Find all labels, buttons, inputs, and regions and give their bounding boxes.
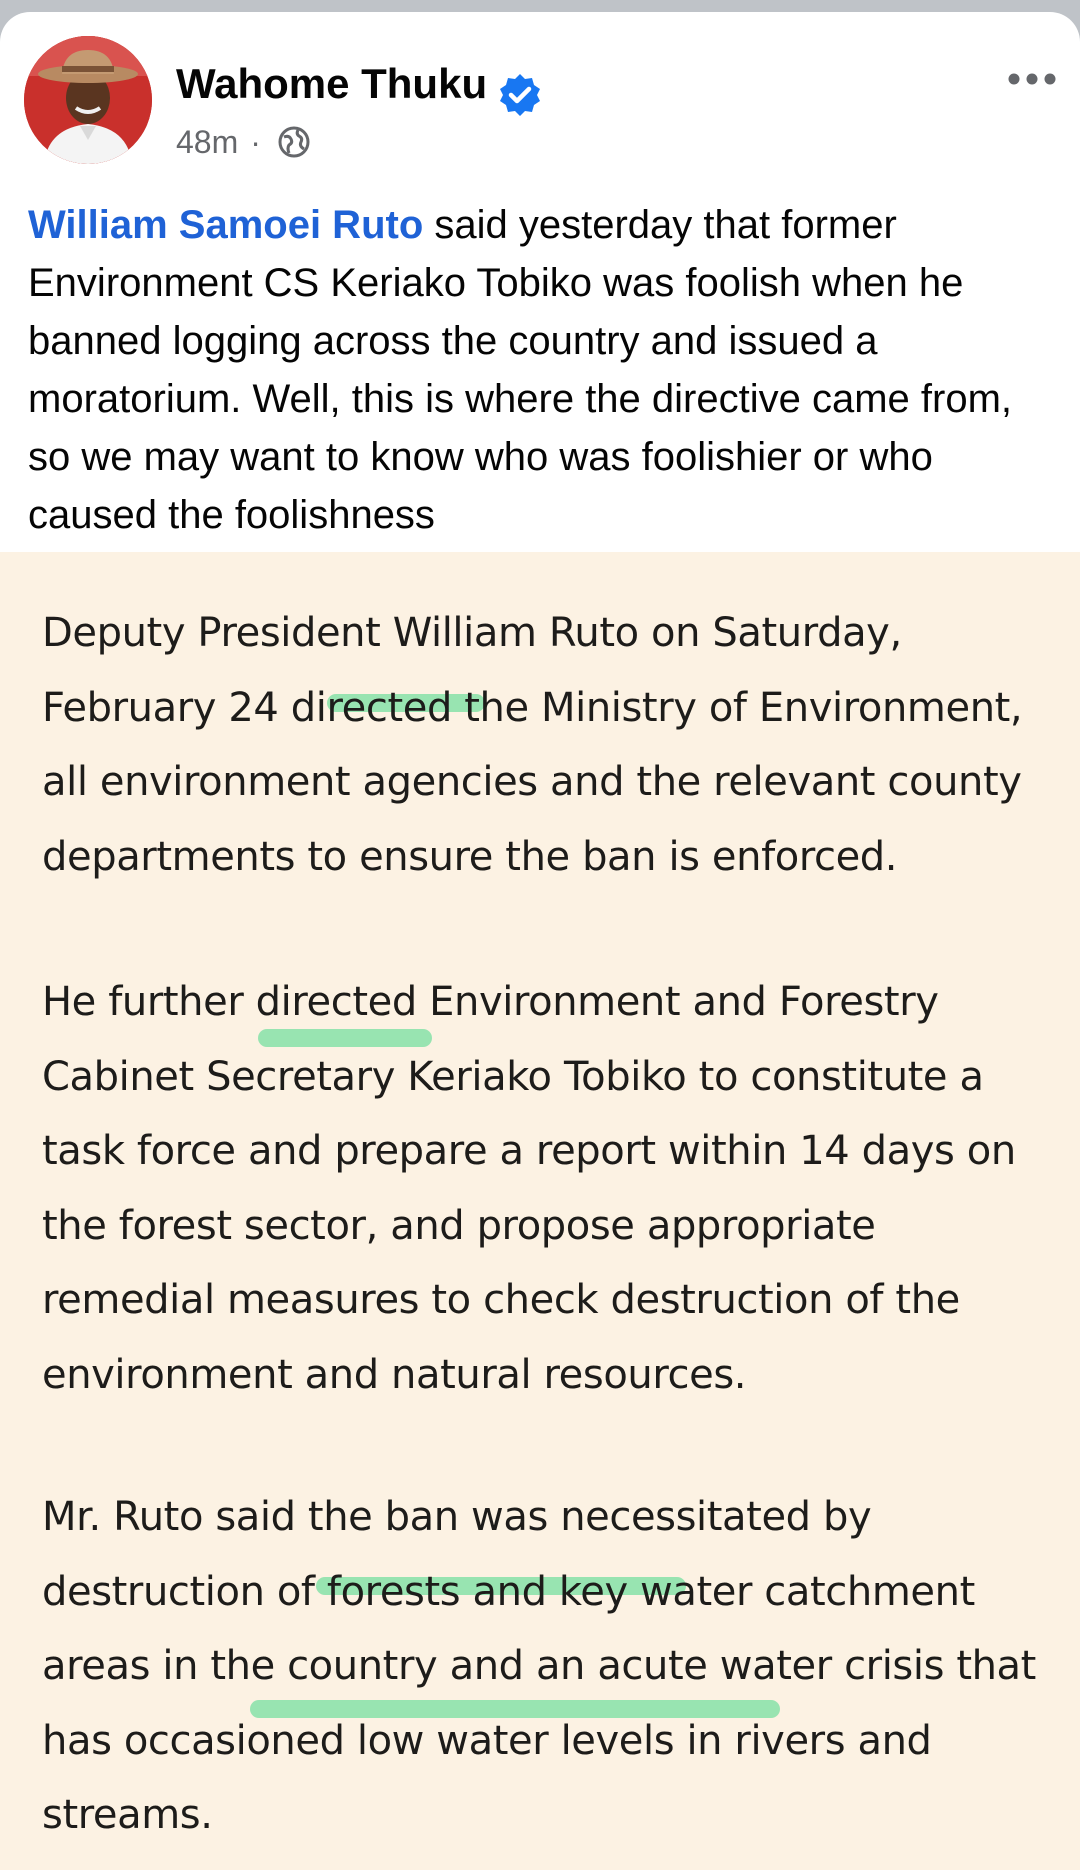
- article-paragraph: He further directed Environment and Fore…: [42, 979, 1016, 1398]
- post-time[interactable]: 48m: [176, 124, 238, 161]
- article-image[interactable]: Deputy President William Ruto on Saturda…: [0, 552, 1080, 1870]
- globe-icon[interactable]: [277, 125, 311, 159]
- verified-badge-icon: [500, 74, 540, 116]
- article-paragraph: Deputy President William Ruto on Saturda…: [42, 610, 1023, 880]
- post-body: said yesterday that former Environment C…: [28, 203, 1013, 537]
- author-avatar[interactable]: [24, 36, 152, 164]
- author-name[interactable]: Wahome Thuku: [176, 60, 487, 108]
- post-header: Wahome Thuku 48m ·: [0, 12, 1080, 182]
- meta-separator: ·: [250, 123, 261, 160]
- post-card: Wahome Thuku 48m · William Samoei Ruto s…: [0, 12, 1080, 1870]
- mention-link[interactable]: William Samoei Ruto: [28, 203, 423, 247]
- post-meta: 48m ·: [176, 120, 311, 164]
- more-options-icon[interactable]: [1004, 64, 1060, 94]
- article-paragraph: Mr. Ruto said the ban was necessitated b…: [42, 1494, 1036, 1838]
- avatar-image: [24, 36, 152, 164]
- post-text: William Samoei Ruto said yesterday that …: [28, 196, 1058, 544]
